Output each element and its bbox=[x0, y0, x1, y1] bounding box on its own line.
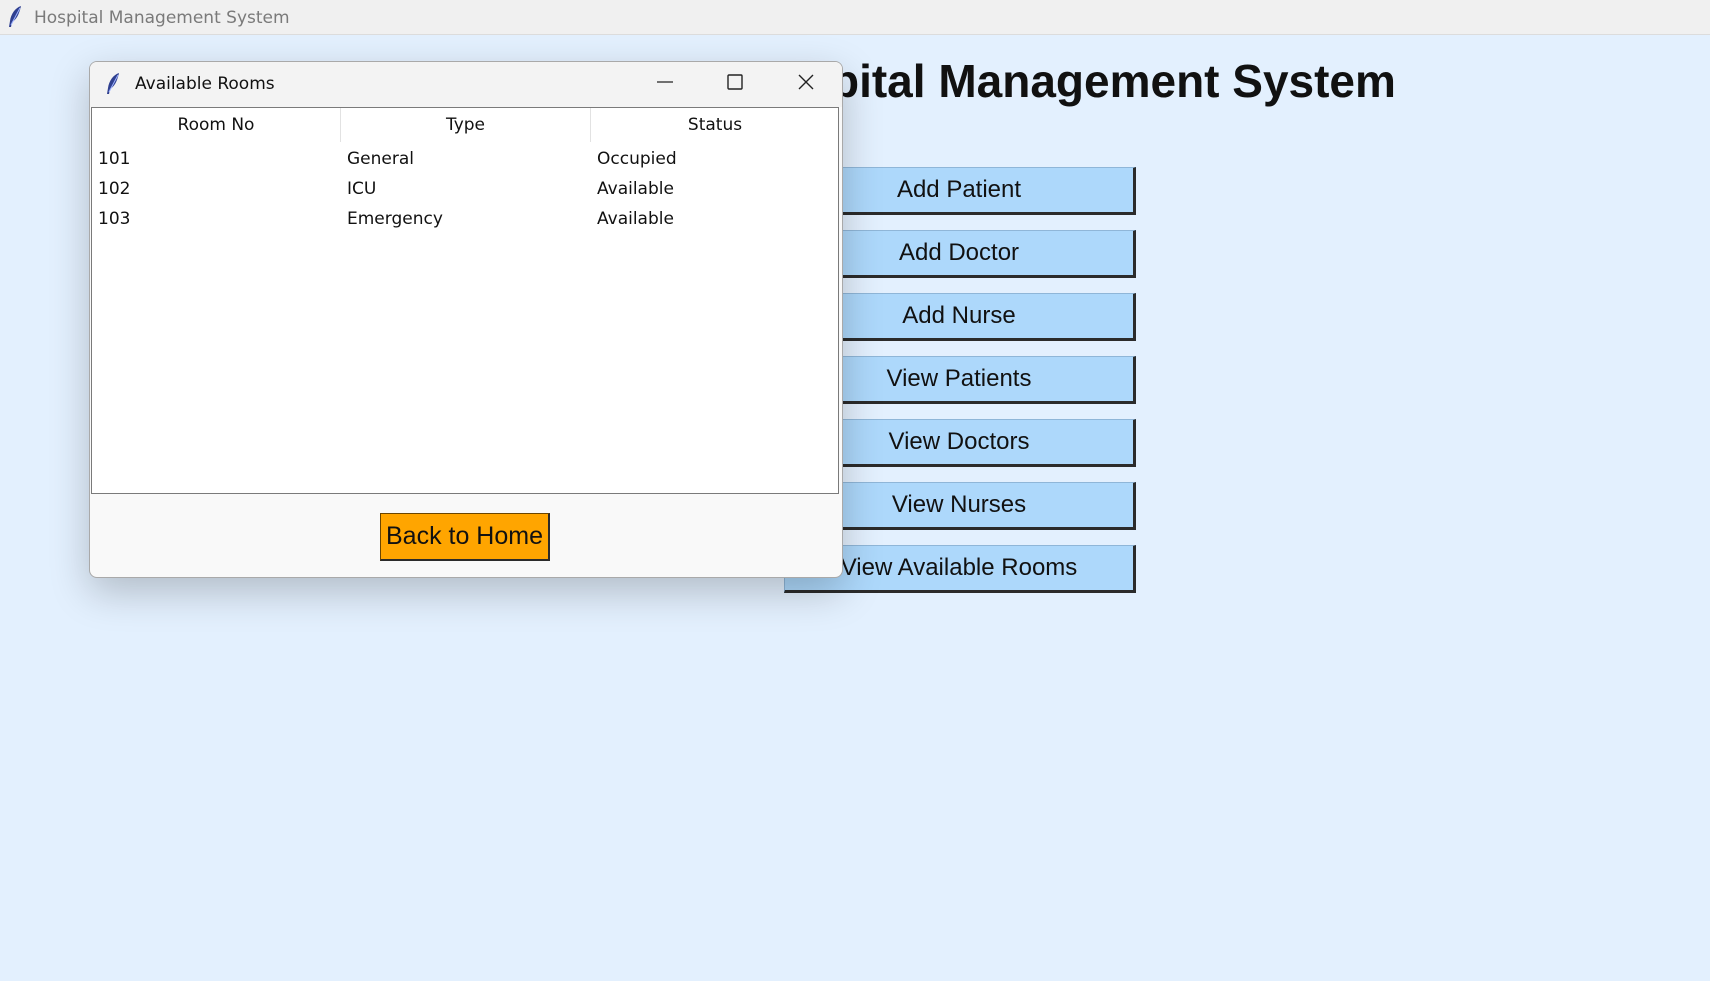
dialog-titlebar[interactable]: Available Rooms bbox=[90, 62, 842, 107]
feather-icon bbox=[6, 5, 24, 29]
table-row[interactable]: 102 ICU Available bbox=[92, 174, 838, 204]
cell-room-no: 102 bbox=[98, 179, 131, 199]
column-header-type[interactable]: Type bbox=[341, 108, 591, 142]
available-rooms-dialog: Available Rooms Room No Type Status 101 … bbox=[89, 61, 843, 578]
cell-type: ICU bbox=[347, 179, 377, 199]
table-row[interactable]: 101 General Occupied bbox=[92, 144, 838, 174]
column-header-status[interactable]: Status bbox=[591, 108, 839, 142]
main-titlebar: Hospital Management System bbox=[0, 0, 1710, 35]
rooms-table[interactable]: Room No Type Status 101 General Occupied… bbox=[91, 107, 839, 494]
cell-type: General bbox=[347, 149, 414, 169]
close-button[interactable] bbox=[772, 62, 840, 107]
cell-type: Emergency bbox=[347, 209, 443, 229]
minimize-button[interactable] bbox=[631, 62, 699, 107]
cell-status: Occupied bbox=[597, 149, 677, 169]
back-to-home-button[interactable]: Back to Home bbox=[380, 513, 550, 561]
cell-room-no: 103 bbox=[98, 209, 131, 229]
main-window: Hospital Management System Hospital Mana… bbox=[0, 0, 1710, 981]
cell-status: Available bbox=[597, 179, 674, 199]
maximize-button[interactable] bbox=[701, 62, 769, 107]
minimize-icon bbox=[656, 73, 674, 96]
table-row[interactable]: 103 Emergency Available bbox=[92, 204, 838, 234]
dialog-title: Available Rooms bbox=[135, 74, 275, 94]
cell-room-no: 101 bbox=[98, 149, 131, 169]
maximize-icon bbox=[726, 73, 744, 96]
table-header: Room No Type Status bbox=[92, 108, 838, 142]
column-header-room-no[interactable]: Room No bbox=[92, 108, 341, 142]
close-icon bbox=[797, 73, 815, 96]
main-window-title: Hospital Management System bbox=[34, 8, 290, 28]
feather-icon bbox=[104, 72, 122, 96]
cell-status: Available bbox=[597, 209, 674, 229]
